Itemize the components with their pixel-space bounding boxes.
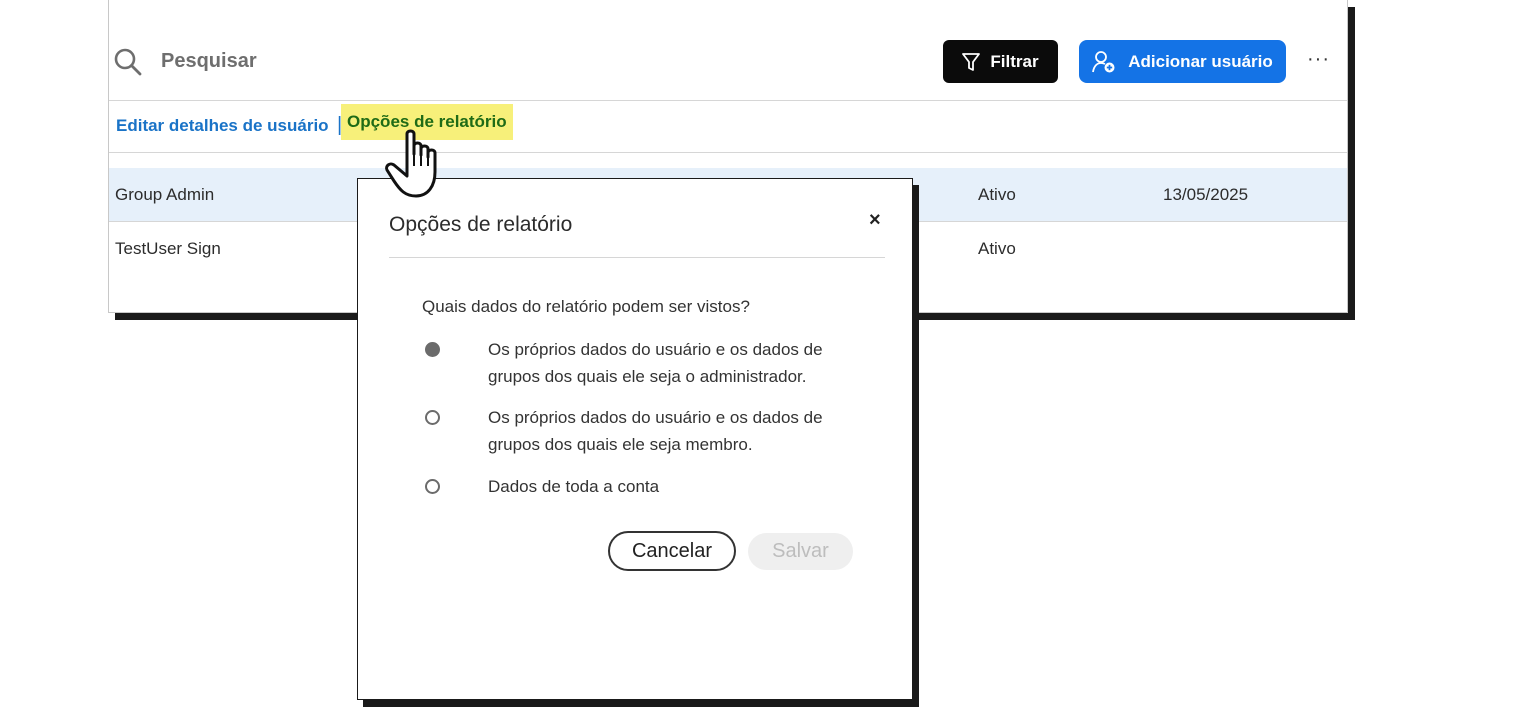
add-user-icon: [1092, 50, 1115, 72]
save-button[interactable]: Salvar: [748, 533, 853, 570]
user-name: Group Admin: [115, 185, 215, 204]
radio-unselected[interactable]: [425, 479, 440, 494]
filter-button[interactable]: Filtrar: [943, 40, 1058, 83]
radio-unselected[interactable]: [425, 410, 440, 425]
report-options-dialog: Opções de relatório × Quais dados do rel…: [357, 178, 913, 700]
user-actions-bar: Editar detalhes de usuário | Opções de r…: [109, 100, 1347, 153]
edit-user-details-link[interactable]: Editar detalhes de usuário: [116, 116, 329, 136]
add-user-label: Adicionar usuário: [1128, 51, 1273, 71]
close-icon[interactable]: ×: [869, 209, 881, 232]
search-icon[interactable]: [113, 47, 143, 77]
user-date: 13/05/2025: [1163, 185, 1249, 204]
cancel-button[interactable]: Cancelar: [608, 531, 736, 571]
add-user-button[interactable]: Adicionar usuário: [1079, 40, 1286, 83]
search-input[interactable]: Pesquisar: [161, 50, 257, 73]
dialog-title: Opções de relatório: [389, 213, 573, 236]
user-status: Ativo: [978, 239, 1016, 258]
user-name: TestUser Sign: [115, 239, 221, 258]
radio-option-label: Os próprios dados do usuário e os dados …: [488, 408, 823, 454]
user-status: Ativo: [978, 185, 1016, 204]
radio-option-label: Os próprios dados do usuário e os dados …: [488, 340, 823, 386]
radio-selected[interactable]: [425, 342, 440, 357]
hand-pointer-cursor-icon: [385, 129, 437, 198]
toolbar: Pesquisar Filtrar Adicionar usuário ···: [109, 0, 1347, 101]
funnel-icon: [962, 52, 981, 71]
more-options-icon[interactable]: ···: [1307, 48, 1330, 71]
report-visibility-question: Quais dados do relatório podem ser visto…: [422, 297, 750, 316]
filter-button-label: Filtrar: [990, 51, 1039, 71]
radio-option-label: Dados de toda a conta: [488, 477, 660, 496]
dialog-divider: [389, 257, 885, 258]
